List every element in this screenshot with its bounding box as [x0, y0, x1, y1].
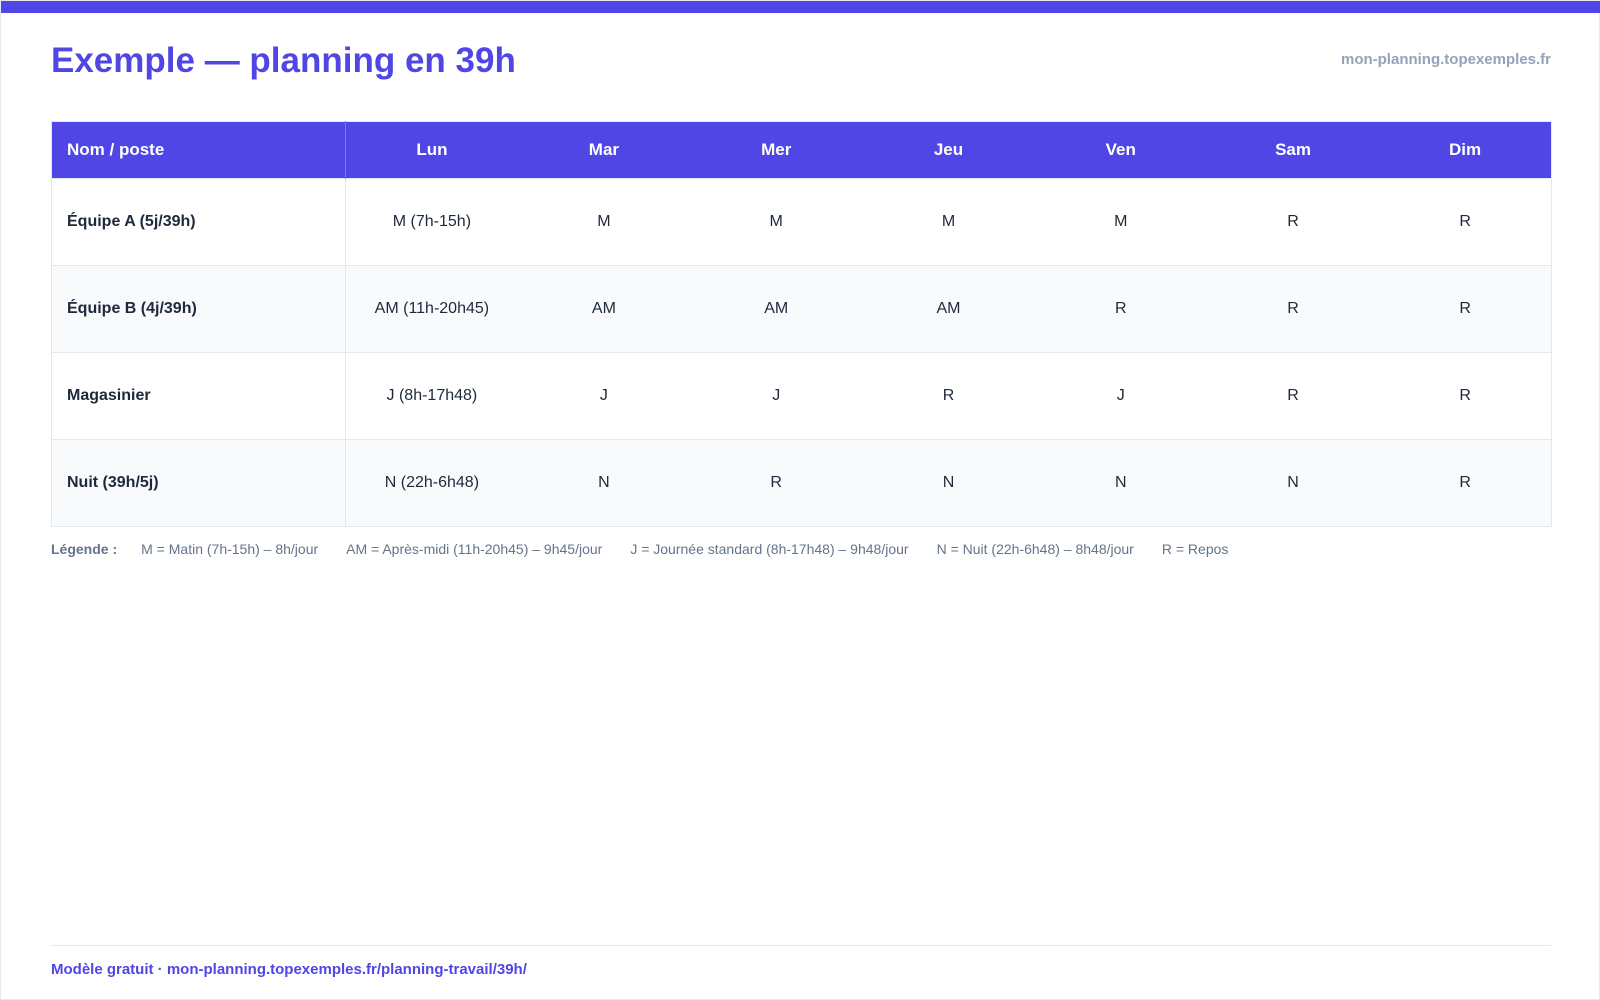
top-accent-bar	[1, 1, 1600, 13]
table-cell: R	[1379, 352, 1552, 440]
table-cell: J	[690, 352, 863, 440]
table-row: Équipe B (4j/39h) AM (11h-20h45) AM AM A…	[51, 265, 1552, 353]
legend-item-j: J = Journée standard (8h-17h48) – 9h48/j…	[630, 541, 909, 557]
schedule-table: Nom / poste Lun Mar Mer Jeu Ven Sam Dim …	[51, 121, 1552, 527]
footer-link[interactable]: Modèle gratuit · mon-planning.topexemple…	[51, 961, 527, 978]
table-cell: N	[862, 439, 1035, 527]
table-cell: R	[862, 352, 1035, 440]
legend-item-am: AM = Après-midi (11h-20h45) – 9h45/jour	[346, 541, 603, 557]
table-cell: N	[517, 439, 691, 527]
row-name: Équipe A (5j/39h)	[51, 178, 346, 266]
site-domain: mon-planning.topexemples.fr	[1340, 51, 1551, 68]
table-cell: AM	[517, 265, 691, 353]
table-cell: M (7h-15h)	[345, 178, 518, 266]
footer-divider	[51, 945, 1551, 946]
table-cell: R	[1206, 352, 1380, 440]
legend-item-n: N = Nuit (22h-6h48) – 8h48/jour	[936, 541, 1134, 557]
legend-item-m: M = Matin (7h-15h) – 8h/jour	[141, 541, 319, 557]
table-cell: R	[1379, 178, 1552, 266]
table-cell: R	[1206, 265, 1380, 353]
table-cell: J (8h-17h48)	[345, 352, 518, 440]
column-header-sam: Sam	[1206, 121, 1380, 179]
table-cell: M	[1034, 178, 1207, 266]
legend-title: Légende :	[51, 541, 118, 557]
table-cell: AM (11h-20h45)	[345, 265, 518, 353]
table-cell: R	[690, 439, 863, 527]
planning-page: Exemple — planning en 39h mon-planning.t…	[0, 0, 1600, 1000]
column-header-mer: Mer	[690, 121, 863, 179]
table-cell: N	[1034, 439, 1207, 527]
table-cell: AM	[862, 265, 1035, 353]
row-name: Équipe B (4j/39h)	[51, 265, 346, 353]
column-header-ven: Ven	[1034, 121, 1207, 179]
row-name: Magasinier	[51, 352, 346, 440]
table-cell: N (22h-6h48)	[345, 439, 518, 527]
column-header-name: Nom / poste	[51, 121, 346, 179]
table-cell: M	[862, 178, 1035, 266]
table-row: Magasinier J (8h-17h48) J J R J R R	[51, 352, 1552, 440]
column-header-mar: Mar	[517, 121, 691, 179]
column-header-dim: Dim	[1379, 121, 1552, 179]
legend: Légende : M = Matin (7h-15h) – 8h/jour A…	[51, 541, 1551, 557]
table-row: Équipe A (5j/39h) M (7h-15h) M M M M R R	[51, 178, 1552, 266]
header: Exemple — planning en 39h mon-planning.t…	[51, 41, 1551, 91]
table-cell: R	[1206, 178, 1380, 266]
table-header-row: Nom / poste Lun Mar Mer Jeu Ven Sam Dim	[51, 121, 1552, 179]
table-cell: N	[1206, 439, 1380, 527]
table-cell: M	[690, 178, 863, 266]
table-cell: R	[1379, 439, 1552, 527]
column-header-lun: Lun	[345, 121, 518, 179]
table-cell: J	[1034, 352, 1207, 440]
legend-item-r: R = Repos	[1161, 541, 1229, 557]
table-cell: R	[1034, 265, 1207, 353]
column-header-jeu: Jeu	[862, 121, 1035, 179]
table-cell: J	[517, 352, 691, 440]
table-row: Nuit (39h/5j) N (22h-6h48) N R N N N R	[51, 439, 1552, 527]
table-cell: R	[1379, 265, 1552, 353]
page-title: Exemple — planning en 39h	[51, 41, 516, 80]
table-cell: AM	[690, 265, 863, 353]
row-name: Nuit (39h/5j)	[51, 439, 346, 527]
table-cell: M	[517, 178, 691, 266]
